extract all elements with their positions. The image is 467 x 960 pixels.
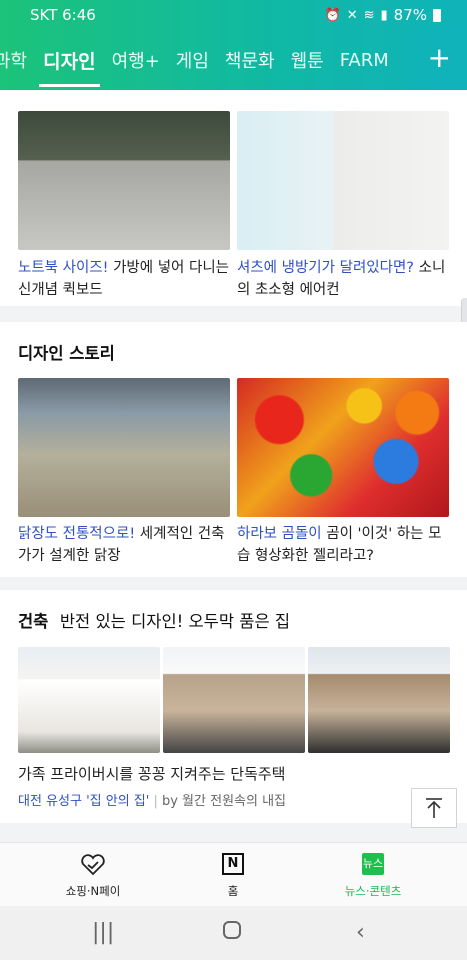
naver-n-icon: N bbox=[222, 853, 244, 875]
arrow-up-to-top-icon bbox=[426, 798, 442, 818]
article-headline[interactable]: 가족 프라이버시를 꽁꽁 지켜주는 단독주택 bbox=[18, 763, 418, 785]
carrier-time: SKT 6:46 bbox=[30, 6, 96, 24]
article-caption-coop[interactable]: 닭장도 전통적으로! 세계적인 건축가가 설계한 닭장 bbox=[18, 523, 230, 567]
house-thumbnail-3[interactable] bbox=[308, 647, 450, 753]
home-circle-icon[interactable] bbox=[222, 920, 242, 946]
tab-farm[interactable]: FARM bbox=[340, 50, 389, 71]
status-bar: SKT 6:46 ⏰ ✕ ≋ ▮ 87% bbox=[0, 0, 467, 30]
nav-shopping[interactable]: 쇼핑·N페이 bbox=[33, 843, 153, 907]
house-thumbnail-1[interactable] bbox=[18, 647, 160, 753]
shirt-aircon-thumbnail[interactable] bbox=[237, 111, 449, 250]
architecture-card: 건축 반전 있는 디자인! 오두막 품은 집 가족 프라이버시를 꽁꽁 지켜주는… bbox=[0, 590, 467, 823]
nav-news[interactable]: 뉴스 뉴스·콘텐츠 bbox=[313, 843, 433, 907]
article-caption-gummy[interactable]: 하라보 곰돌이 곰이 '이것' 하는 모습 형상화한 젤리라고? bbox=[237, 523, 449, 567]
tab-game[interactable]: 게임 bbox=[176, 47, 209, 73]
add-tab-button[interactable]: + bbox=[428, 40, 451, 76]
system-nav-bar: ||| ‹ bbox=[0, 906, 467, 960]
section-title: 디자인 스토리 bbox=[18, 344, 115, 363]
article-caption-skateboard[interactable]: 노트북 사이즈! 가방에 넣어 다니는 신개념 퀵보드 bbox=[18, 257, 230, 301]
house-thumbnail-2[interactable] bbox=[163, 647, 305, 753]
tab-books[interactable]: 책문화 bbox=[225, 47, 275, 73]
tab-webtoon[interactable]: 웹툰 bbox=[291, 47, 324, 73]
scroll-top-button[interactable] bbox=[411, 788, 457, 828]
tab-design[interactable]: 디자인 bbox=[39, 47, 101, 87]
gummy-bear-thumbnail[interactable] bbox=[237, 378, 449, 517]
signal-icon: ▮ bbox=[380, 7, 388, 23]
mute-icon: ✕ bbox=[346, 7, 358, 23]
article-caption-aircon[interactable]: 셔츠에 냉방기가 달려있다면? 소니의 초소형 에어컨 bbox=[237, 257, 449, 301]
chicken-coop-thumbnail[interactable] bbox=[18, 378, 230, 517]
status-icons: ⏰ ✕ ≋ ▮ 87% bbox=[324, 6, 441, 24]
nav-home[interactable]: N 홈 bbox=[173, 843, 293, 907]
wifi-icon: ≋ bbox=[363, 7, 375, 23]
alarm-icon: ⏰ bbox=[324, 7, 341, 23]
bottom-nav: 쇼핑·N페이 N 홈 뉴스 뉴스·콘텐츠 bbox=[0, 842, 467, 906]
heart-check-icon bbox=[81, 854, 105, 876]
top-bar: SKT 6:46 ⏰ ✕ ≋ ▮ 87% 과학 디자인 여행+ 게임 책문화 웹… bbox=[0, 0, 467, 90]
article-source: 대전 유성구 '집 안의 집' | by 월간 전원속의 내집 bbox=[18, 794, 287, 809]
design-story-card: 디자인 스토리 닭장도 전통적으로! 세계적인 건축가가 설계한 닭장 하라보 … bbox=[0, 322, 467, 577]
article-card-products: 노트북 사이즈! 가방에 넣어 다니는 신개념 퀵보드 셔츠에 냉방기가 달려있… bbox=[0, 90, 467, 306]
battery-level: 87% bbox=[393, 6, 427, 24]
back-icon[interactable]: ‹ bbox=[356, 920, 365, 945]
tab-science[interactable]: 과학 bbox=[0, 47, 27, 73]
tab-travel[interactable]: 여행+ bbox=[112, 47, 160, 73]
news-icon: 뉴스 bbox=[362, 853, 384, 875]
recent-apps-icon[interactable]: ||| bbox=[92, 920, 114, 945]
section-title-architecture: 건축 반전 있는 디자인! 오두막 품은 집 bbox=[18, 612, 291, 631]
battery-icon bbox=[433, 8, 441, 22]
skateboard-thumbnail[interactable] bbox=[18, 111, 230, 250]
